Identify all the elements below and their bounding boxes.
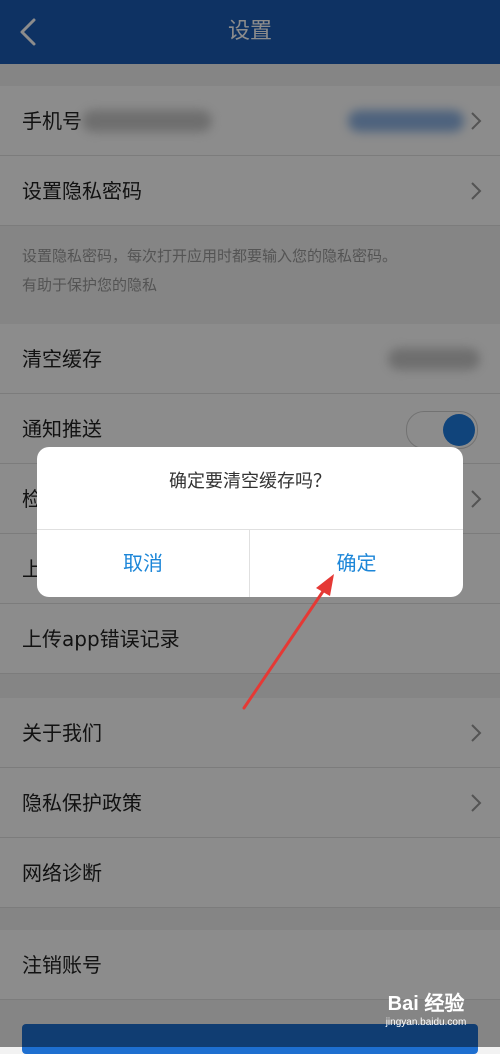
watermark-url: jingyan.baidu.com — [385, 1017, 467, 1028]
confirm-dialog: 确定要清空缓存吗？ 取消 确定 — [37, 447, 463, 597]
baidu-jingyan-watermark: Bai 经验 jingyan.baidu.com — [380, 992, 472, 1036]
dialog-message: 确定要清空缓存吗？ — [169, 471, 331, 492]
watermark-logo: Bai 经验 — [387, 993, 465, 1015]
cancel-button[interactable]: 取消 — [37, 530, 249, 597]
confirm-button[interactable]: 确定 — [250, 530, 463, 597]
